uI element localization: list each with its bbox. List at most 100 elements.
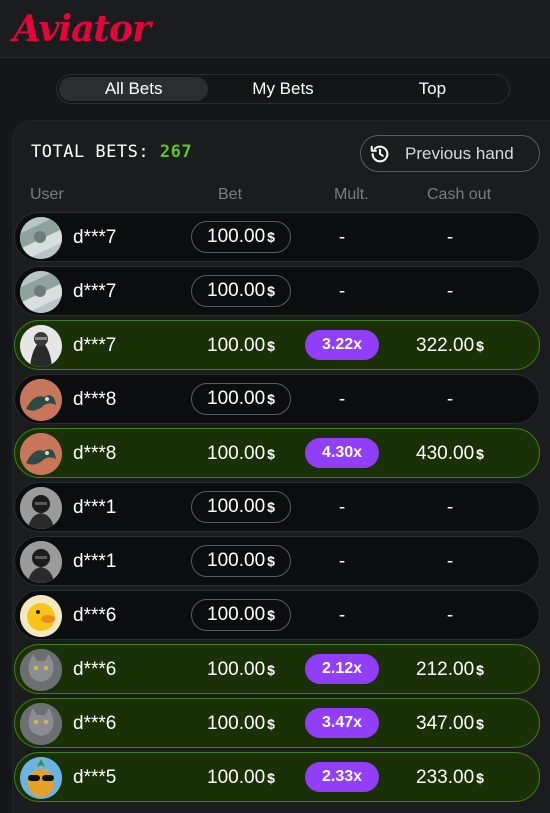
multiplier-badge: 2.12x xyxy=(305,654,379,684)
column-header-bet: Bet xyxy=(218,186,243,203)
duck-avatar xyxy=(20,595,62,637)
bet-amount: 100.00 $ xyxy=(191,221,291,253)
cashout-currency: $ xyxy=(476,662,484,678)
bet-amount: 100.00 $ xyxy=(191,599,291,631)
bet-currency: $ xyxy=(267,229,275,245)
history-icon xyxy=(370,145,389,162)
bet-user-name: d***7 xyxy=(73,335,117,356)
bets-tabs: All Bets My Bets Top xyxy=(56,74,510,104)
bet-row: d***7 100.00 $3.22x 322.00 $ xyxy=(14,320,540,370)
dragon-avatar xyxy=(20,433,62,475)
cashout-currency: $ xyxy=(476,770,484,786)
bet-currency: $ xyxy=(267,283,275,299)
bet-amount: 100.00 $ xyxy=(191,767,291,789)
multiplier-badge: 3.47x xyxy=(305,708,379,738)
multiplier-empty: - xyxy=(338,605,346,626)
previous-hand-label: Previous hand xyxy=(405,143,514,163)
money-avatar xyxy=(20,271,62,313)
bet-user-name: d***6 xyxy=(73,713,117,734)
masked-figure-avatar xyxy=(20,487,62,529)
tab-all-bets[interactable]: All Bets xyxy=(59,77,209,101)
column-header-mult: Mult. xyxy=(334,186,369,203)
column-header-cashout: Cash out xyxy=(427,186,492,203)
cashout-amount: - xyxy=(385,227,515,249)
cashout-amount: 347.00 $ xyxy=(385,713,515,735)
cashout-amount: - xyxy=(385,389,515,411)
bet-row: d***6 100.00 $2.12x 212.00 $ xyxy=(14,644,540,694)
cashout-amount: 212.00 $ xyxy=(385,659,515,681)
cashout-value: - xyxy=(446,227,454,248)
cashout-amount: 322.00 $ xyxy=(385,335,515,357)
cashout-value: - xyxy=(446,497,454,518)
bet-row: d***5 100.00 $2.33x 233.00 $ xyxy=(14,752,540,802)
bet-amount-value: 100.00 xyxy=(207,443,266,464)
bet-row: d***7 100.00 $ - - xyxy=(14,266,540,316)
bet-amount: 100.00 $ xyxy=(191,713,291,735)
bet-amount: 100.00 $ xyxy=(191,335,291,357)
bet-amount: 100.00 $ xyxy=(191,443,291,465)
app-header: Aviator xyxy=(0,0,550,58)
cashout-amount: - xyxy=(385,551,515,573)
cashout-amount: - xyxy=(385,605,515,627)
bet-amount-value: 100.00 xyxy=(207,226,266,247)
cat-avatar xyxy=(20,703,62,745)
bet-row: d***8 100.00 $ - - xyxy=(14,374,540,424)
bet-user-name: d***8 xyxy=(73,443,117,464)
tab-my-bets[interactable]: My Bets xyxy=(208,77,357,101)
bet-amount-value: 100.00 xyxy=(207,767,266,788)
bet-amount: 100.00 $ xyxy=(191,383,291,415)
aviator-logo[interactable]: Aviator xyxy=(13,8,151,50)
bet-amount: 100.00 $ xyxy=(191,491,291,523)
multiplier-badge: 3.22x xyxy=(305,330,379,360)
cashout-value: 430.00 xyxy=(416,443,475,464)
bet-currency: $ xyxy=(267,499,275,515)
bet-user-name: d***7 xyxy=(73,281,117,302)
bet-amount-value: 100.00 xyxy=(207,713,266,734)
bet-amount-value: 100.00 xyxy=(207,550,266,571)
cashout-currency: $ xyxy=(476,446,484,462)
bet-amount-value: 100.00 xyxy=(207,388,266,409)
bet-currency: $ xyxy=(267,338,275,354)
bet-row: d***6 100.00 $ - - xyxy=(14,590,540,640)
total-bets-label: TOTAL BETS: xyxy=(31,142,150,162)
bet-currency: $ xyxy=(267,553,275,569)
hooded-figure-avatar xyxy=(20,325,62,367)
cashout-amount: 233.00 $ xyxy=(385,767,515,789)
multiplier-empty: - xyxy=(338,281,346,302)
bet-row: d***8 100.00 $4.30x 430.00 $ xyxy=(14,428,540,478)
bet-user-name: d***1 xyxy=(73,497,117,518)
total-bets: TOTAL BETS: 267 xyxy=(31,142,192,162)
multiplier-badge: 4.30x xyxy=(305,438,379,468)
bet-currency: $ xyxy=(267,662,275,678)
bet-currency: $ xyxy=(267,716,275,732)
bet-amount: 100.00 $ xyxy=(191,659,291,681)
cashout-currency: $ xyxy=(476,716,484,732)
cashout-amount: - xyxy=(385,281,515,303)
multiplier-empty: - xyxy=(338,227,346,248)
cashout-value: - xyxy=(446,551,454,572)
bet-currency: $ xyxy=(267,607,275,623)
cashout-value: 212.00 xyxy=(416,659,475,680)
cashout-amount: - xyxy=(385,497,515,519)
multiplier-empty: - xyxy=(338,497,346,518)
previous-hand-button[interactable]: Previous hand xyxy=(360,135,540,172)
cashout-value: - xyxy=(446,389,454,410)
bet-amount-value: 100.00 xyxy=(207,335,266,356)
bet-row: d***1 100.00 $ - - xyxy=(14,482,540,532)
bet-amount: 100.00 $ xyxy=(191,545,291,577)
bet-user-name: d***6 xyxy=(73,659,117,680)
bet-user-name: d***7 xyxy=(73,227,117,248)
cashout-value: 347.00 xyxy=(416,713,475,734)
multiplier-empty: - xyxy=(338,551,346,572)
column-header-user: User xyxy=(30,186,64,203)
cashout-value: - xyxy=(446,605,454,626)
cat-avatar xyxy=(20,649,62,691)
bet-amount-value: 100.00 xyxy=(207,280,266,301)
tab-top[interactable]: Top xyxy=(358,77,507,101)
cashout-value: 233.00 xyxy=(416,767,475,788)
bet-user-name: d***6 xyxy=(73,605,117,626)
bet-currency: $ xyxy=(267,446,275,462)
cashout-amount: 430.00 $ xyxy=(385,443,515,465)
bet-row: d***1 100.00 $ - - xyxy=(14,536,540,586)
cashout-value: - xyxy=(446,281,454,302)
